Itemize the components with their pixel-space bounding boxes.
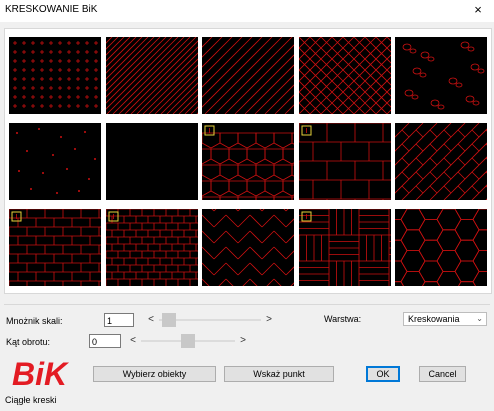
pattern-gallery xyxy=(4,28,492,294)
pattern-tile-stone-blocks[interactable] xyxy=(299,123,391,200)
cross-grid-pattern xyxy=(13,41,98,108)
pattern-tile-dots-sparse[interactable] xyxy=(9,123,101,200)
basket-weave-pattern xyxy=(299,209,391,286)
hexagon-pattern xyxy=(395,209,487,286)
scale-slider-thumb[interactable] xyxy=(161,313,176,327)
angle-slider[interactable]: < > xyxy=(127,334,249,348)
pattern-tile-herringbone-diagonal[interactable] xyxy=(395,123,487,200)
layer-label: Warstwa: xyxy=(324,314,362,324)
solid-black-pattern xyxy=(106,123,198,200)
zigzag-parquet-pattern xyxy=(202,209,294,286)
pattern-tile-brick-wall[interactable] xyxy=(9,209,101,286)
gravel-pattern xyxy=(402,41,485,110)
pattern-tile-basket-weave[interactable] xyxy=(299,209,391,286)
scale-slider[interactable]: < > xyxy=(145,313,275,327)
diagonal-lines-wide-pattern xyxy=(202,37,294,114)
select-objects-button[interactable]: Wybierz obiekty xyxy=(93,366,216,382)
close-icon[interactable]: × xyxy=(468,1,488,19)
bik-logo: BiK xyxy=(12,356,70,391)
brick-wall-pattern xyxy=(9,209,101,286)
angle-input[interactable]: 0 xyxy=(89,334,121,348)
scale-slider-right-arrow[interactable]: > xyxy=(263,313,275,327)
angle-slider-left-arrow[interactable]: < xyxy=(127,334,139,348)
roof-tiles-pattern xyxy=(202,125,294,200)
layer-dropdown[interactable]: Kreskowania ⌄ xyxy=(403,312,487,326)
pattern-tile-gravel[interactable] xyxy=(395,37,487,114)
diagonal-lines-dense-pattern xyxy=(106,37,198,114)
pattern-tile-zigzag-parquet[interactable] xyxy=(202,209,294,286)
divider xyxy=(4,304,490,305)
cancel-button[interactable]: Cancel xyxy=(419,366,466,382)
svg-text:BiK: BiK xyxy=(12,356,70,391)
pattern-tile-hexagon[interactable] xyxy=(395,209,487,286)
scale-label: Mnożnik skali: xyxy=(6,316,63,326)
pattern-tile-diamond-crosshatch[interactable] xyxy=(299,37,391,114)
pattern-tile-diagonal-lines-dense[interactable] xyxy=(106,37,198,114)
layer-dropdown-value: Kreskowania xyxy=(408,314,460,324)
pattern-tile-cross-grid[interactable] xyxy=(9,37,101,114)
angle-slider-thumb[interactable] xyxy=(181,334,195,348)
ok-button[interactable]: OK xyxy=(366,366,400,382)
herringbone-diagonal-pattern xyxy=(395,123,487,200)
status-text: Ciągłe kreski xyxy=(5,395,57,405)
pattern-tile-diagonal-lines-wide[interactable] xyxy=(202,37,294,114)
scale-slider-left-arrow[interactable]: < xyxy=(145,313,157,327)
pattern-tile-solid-black[interactable] xyxy=(106,123,198,200)
dots-sparse-pattern xyxy=(16,128,96,194)
scale-input[interactable]: 1 xyxy=(104,313,134,327)
diamond-crosshatch-pattern xyxy=(299,37,391,114)
brick-wall-small-pattern xyxy=(106,209,198,286)
stone-blocks-pattern xyxy=(299,123,391,200)
title-bar: KRESKOWANIE BiK × xyxy=(0,0,494,22)
pick-point-button[interactable]: Wskaż punkt xyxy=(224,366,334,382)
angle-label: Kąt obrotu: xyxy=(6,337,51,347)
pattern-tile-roof-tiles[interactable] xyxy=(202,123,294,200)
angle-slider-right-arrow[interactable]: > xyxy=(237,334,249,348)
pattern-tile-brick-wall-small[interactable] xyxy=(106,209,198,286)
chevron-down-icon: ⌄ xyxy=(476,314,483,323)
window-title: KRESKOWANIE BiK xyxy=(5,4,98,15)
